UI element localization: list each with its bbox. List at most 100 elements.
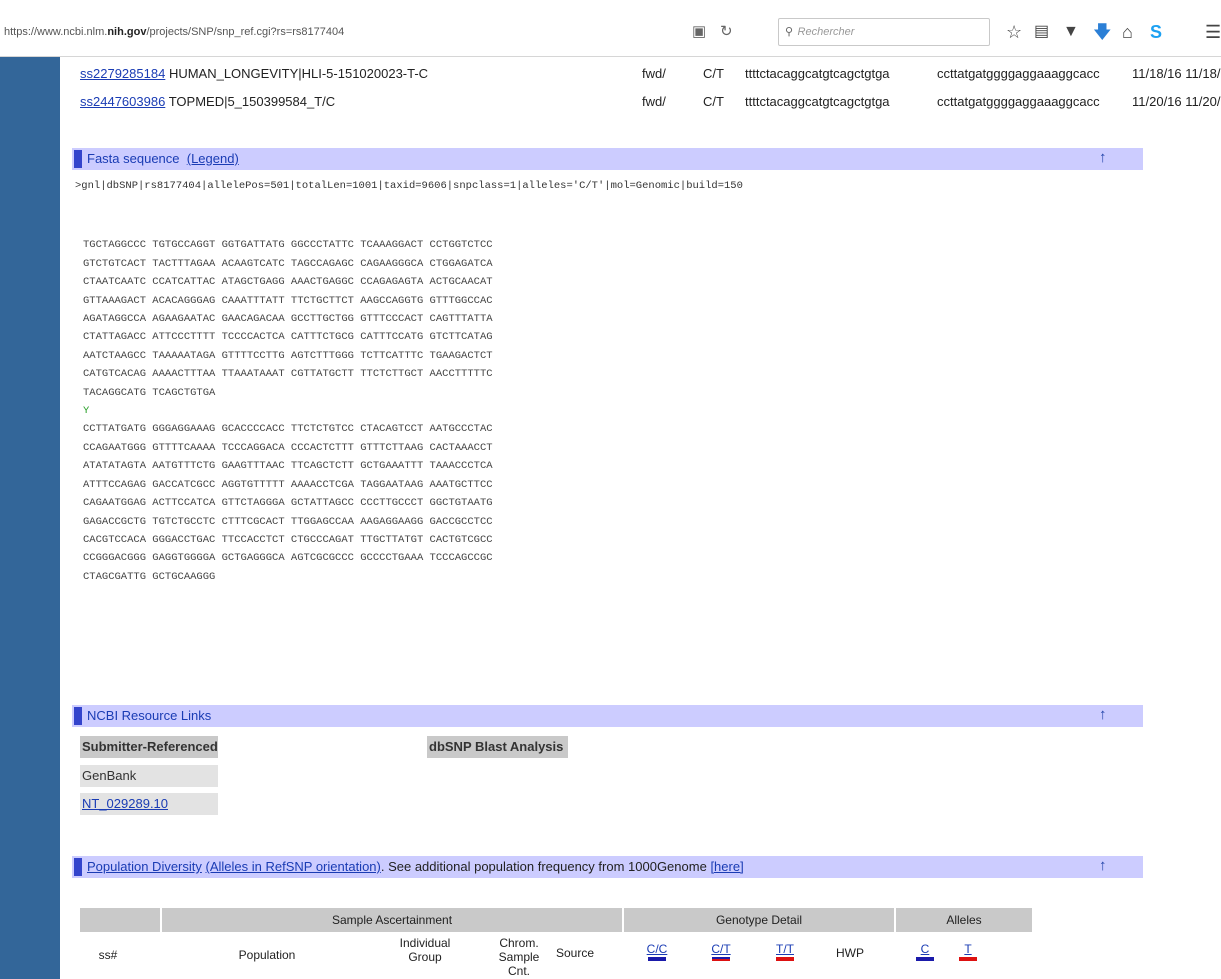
sequence-line: CAGAATGGAG ACTTCCATCA GTTCTAGGGA GCTATTA… xyxy=(83,497,493,510)
col-source: Source xyxy=(555,946,595,960)
url-prefix: https://www.ncbi.nlm. xyxy=(4,26,108,38)
sequence-line: CCTTATGATG GGGAGGAAAG GCACCCCACC TTCTCTG… xyxy=(83,423,493,436)
ss-flank3: ccttatgatggggaggaaaggcacc xyxy=(937,66,1100,81)
ss-name: TOPMED|5_150399584_T/C xyxy=(168,94,336,109)
ss-row-2: ss2447603986 TOPMED|5_150399584_T/C xyxy=(80,94,335,109)
population-mid-text: . See additional population frequency fr… xyxy=(380,859,707,874)
sequence-line: ATATATAGTA AATGTTTCTG GAAGTTTAAC TTCAGCT… xyxy=(83,460,493,473)
here-link[interactable]: [here] xyxy=(710,859,743,874)
pocket-icon[interactable]: ▼ xyxy=(1063,20,1079,44)
ss-alleles: C/T xyxy=(703,94,724,109)
population-section-header: Population Diversity (Alleles in RefSNP … xyxy=(72,856,1143,878)
col-hwp: HWP xyxy=(836,946,864,960)
fasta-title: Fasta sequence xyxy=(87,151,180,166)
sequence-line: CACGTCCACA GGGACCTGAC TTCCACCTCT CTGCCCA… xyxy=(83,533,493,546)
fasta-title-wrap: Fasta sequence (Legend) xyxy=(87,151,239,166)
col-chrom-sample-cnt: Chrom. Sample Cnt. xyxy=(498,936,540,978)
submitter-referenced-header: Submitter-Referenced xyxy=(80,736,218,758)
search-box[interactable]: ⚲ Rechercher xyxy=(778,18,990,46)
ss-dates: 11/18/16 11/18/1 xyxy=(1132,66,1221,81)
ss-flank5: ttttctacaggcatgtcagctgtga xyxy=(745,66,890,81)
col-population: Population xyxy=(238,948,296,962)
bookmark-star-icon[interactable]: ☆ xyxy=(1006,20,1022,44)
fasta-legend-link[interactable]: (Legend) xyxy=(187,151,239,166)
section-marker xyxy=(74,858,82,876)
sequence-line: GTTAAAGACT ACACAGGGAG CAAATTTATT TTCTGCT… xyxy=(83,294,493,307)
back-to-top-icon[interactable]: ↑ xyxy=(1099,857,1107,874)
ss-id-link[interactable]: ss2447603986 xyxy=(80,94,165,109)
section-marker xyxy=(74,707,82,725)
sequence-block: CCTTATGATG GGGAGGAAAG GCACCCCACC TTCTCTG… xyxy=(83,420,493,586)
ncbi-links-title: NCBI Resource Links xyxy=(87,708,212,723)
col-t: T xyxy=(953,942,983,961)
blast-analysis-header: dbSNP Blast Analysis xyxy=(427,736,568,758)
sequence-line: CCGGGACGGG GAGGTGGGGA GCTGAGGGCA AGTCGCG… xyxy=(83,552,493,565)
section-marker xyxy=(74,150,82,168)
back-to-top-icon[interactable]: ↑ xyxy=(1099,706,1107,723)
url-path: /projects/SNP/snp_ref.cgi?rs=rs8177404 xyxy=(146,26,345,38)
ss-row-1: ss2279285184 HUMAN_LONGEVITY|HLI-5-15102… xyxy=(80,66,428,81)
table-corner-cell xyxy=(80,908,160,932)
t-swatch xyxy=(959,957,977,961)
tt-label: T/T xyxy=(776,942,794,956)
sequence-line: CATGTCACAG AAAACTTTAA TTAAATAAAT CGTTATG… xyxy=(83,368,493,381)
sequence-line: AATCTAAGCC TAAAAATAGA GTTTTCCTTG AGTCTTT… xyxy=(83,349,493,362)
sequence-line: GTCTGTCACT TACTTTAGAA ACAAGTCATC TAGCCAG… xyxy=(83,257,493,270)
fasta-section-header: Fasta sequence (Legend) ↑ xyxy=(72,148,1143,170)
cc-swatch xyxy=(648,957,666,961)
ss-id-link[interactable]: ss2279285184 xyxy=(80,66,165,81)
fasta-sequence-before: TGCTAGGCCC TGTGCCAGGT GGTGATTATG GGCCCTA… xyxy=(83,218,493,605)
ss-strand: fwd/ xyxy=(642,66,666,81)
sequence-block: TGCTAGGCCC TGTGCCAGGT GGTGATTATG GGCCCTA… xyxy=(83,236,493,402)
sequence-line: CTAATCAATC CCATCATTAC ATAGCTGAGG AAACTGA… xyxy=(83,276,493,289)
home-icon[interactable]: ⌂ xyxy=(1122,20,1133,44)
extension-icon[interactable]: S xyxy=(1150,20,1162,44)
col-ss: ss# xyxy=(98,948,118,962)
back-to-top-icon[interactable]: ↑ xyxy=(1099,149,1107,166)
tt-swatch xyxy=(776,957,794,961)
menu-icon[interactable]: ☰ xyxy=(1205,20,1221,44)
col-individual-group: Individual Group xyxy=(399,936,451,964)
ss-flank3: ccttatgatggggaggaaaggcacc xyxy=(937,94,1100,109)
population-title-wrap: Population Diversity (Alleles in RefSNP … xyxy=(87,859,744,874)
sequence-line: GAGACCGCTG TGTCTGCCTC CTTTCGCACT TTGGAGC… xyxy=(83,515,493,528)
genbank-label: GenBank xyxy=(80,765,218,787)
fasta-header-line: >gnl|dbSNP|rs8177404|allelePos=501|total… xyxy=(75,180,743,192)
browser-toolbar: https://www.ncbi.nlm.nih.gov/projects/SN… xyxy=(0,0,1221,57)
search-icon: ⚲ xyxy=(785,26,794,38)
col-cc: C/C xyxy=(640,942,674,961)
ss-strand: fwd/ xyxy=(642,94,666,109)
reload-icon[interactable]: ↻ xyxy=(720,20,733,44)
search-placeholder: Rechercher xyxy=(797,26,855,38)
ct-swatch xyxy=(712,957,730,961)
reader-view-icon[interactable]: ▣ xyxy=(692,20,706,44)
sequence-line: ATTTCCAGAG GACCATCGCC AGGTGTTTTT AAAACCT… xyxy=(83,478,493,491)
col-c: C xyxy=(910,942,940,961)
col-ct: C/T xyxy=(704,942,738,961)
sequence-line: CTATTAGACC ATTCCCTTTT TCCCCACTCA CATTTCT… xyxy=(83,331,493,344)
ss-name: HUMAN_LONGEVITY|HLI-5-151020023-T-C xyxy=(168,66,429,81)
genotype-detail-header: Genotype Detail xyxy=(624,908,894,932)
left-sidebar-rail xyxy=(0,57,60,979)
nt-accession-link[interactable]: NT_029289.10 xyxy=(82,796,168,811)
url-bar[interactable]: https://www.ncbi.nlm.nih.gov/projects/SN… xyxy=(4,20,669,44)
sequence-line: CTAGCGATTG GCTGCAAGGG xyxy=(83,570,216,583)
population-diversity-link[interactable]: Population Diversity xyxy=(87,859,202,874)
alleles-orientation-link[interactable]: (Alleles in RefSNP orientation) xyxy=(206,859,381,874)
url-domain: nih.gov xyxy=(107,26,147,38)
ncbi-links-section-header: NCBI Resource Links ↑ xyxy=(72,705,1143,727)
c-label: C xyxy=(920,942,930,956)
sequence-line: TACAGGCATG TCAGCTGTGA xyxy=(83,386,216,399)
sample-ascertainment-header: Sample Ascertainment xyxy=(162,908,622,932)
nt-link-cell: NT_029289.10 xyxy=(80,793,218,815)
snp-iupac-code: Y xyxy=(83,405,90,418)
col-tt: T/T xyxy=(768,942,802,961)
bookmarks-menu-icon[interactable]: ▤ xyxy=(1034,20,1049,44)
download-icon[interactable]: 🡇 xyxy=(1093,20,1112,44)
sequence-line: AGATAGGCCA AGAAGAATAC GAACAGACAA GCCTTGC… xyxy=(83,313,493,326)
alleles-header: Alleles xyxy=(896,908,1032,932)
sequence-line: TGCTAGGCCC TGTGCCAGGT GGTGATTATG GGCCCTA… xyxy=(83,239,493,252)
ss-flank5: ttttctacaggcatgtcagctgtga xyxy=(745,94,890,109)
t-label: T xyxy=(964,942,972,956)
cc-label: C/C xyxy=(646,942,668,956)
